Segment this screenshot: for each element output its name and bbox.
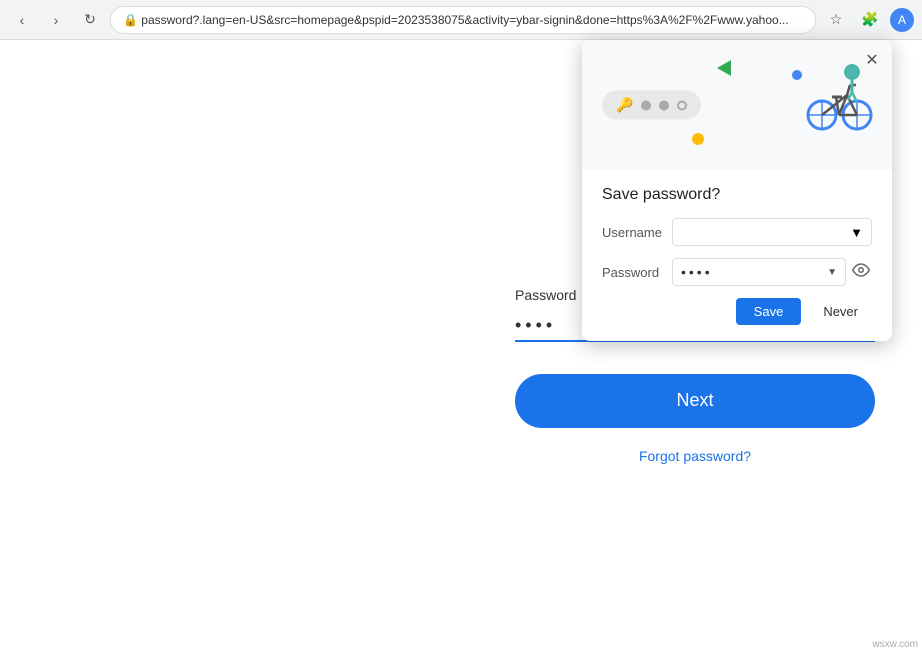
- left-panel: [0, 40, 468, 652]
- url-text: password?.lang=en-US&src=homepage&pspid=…: [141, 13, 788, 27]
- dialog-actions: Save Never: [602, 298, 872, 325]
- reload-button[interactable]: ↻: [76, 6, 104, 34]
- forgot-password-link[interactable]: Forgot password?: [515, 448, 875, 464]
- next-button[interactable]: Next: [515, 374, 875, 428]
- username-chevron-icon: ▼: [850, 225, 863, 240]
- pwd-input-wrapper: •••• ▼: [672, 258, 846, 286]
- browser-chrome: ‹ › ↻ 🔒 password?.lang=en-US&src=homepag…: [0, 0, 922, 40]
- dialog-title: Save password?: [602, 186, 872, 204]
- pwd-chevron-icon[interactable]: ▼: [827, 267, 837, 278]
- dialog-password-label: Password: [602, 265, 672, 280]
- dialog-illustration: 🔑: [582, 40, 892, 170]
- username-field: Username ▼: [602, 218, 872, 246]
- pwd-eye-icon[interactable]: [850, 259, 872, 286]
- star-button[interactable]: ☆: [822, 6, 850, 34]
- key-icon: 🔑: [616, 97, 633, 114]
- pwd-dots: ••••: [681, 264, 713, 280]
- dialog-password-wrapper: •••• ▼: [672, 258, 872, 286]
- never-button[interactable]: Never: [809, 298, 872, 325]
- green-arrow-decoration: [717, 60, 731, 76]
- lock-icon: 🔒: [123, 13, 138, 27]
- dialog-body: Save password? Username ▼ Password •••• …: [582, 170, 892, 341]
- back-button[interactable]: ‹: [8, 6, 36, 34]
- dot-filled-2: [659, 100, 669, 110]
- dot-empty-1: [677, 100, 687, 110]
- dot-filled-1: [641, 100, 651, 110]
- yellow-dot-decoration: [692, 133, 704, 145]
- username-dropdown[interactable]: ▼: [672, 218, 872, 246]
- save-button[interactable]: Save: [736, 298, 802, 325]
- extension-button[interactable]: 🧩: [856, 6, 884, 34]
- profile-button[interactable]: A: [890, 8, 914, 32]
- page-background: to finish sign in Password Next Forgot p…: [0, 40, 922, 652]
- username-label: Username: [602, 225, 672, 240]
- save-password-dialog: 🔑: [582, 40, 892, 341]
- forward-button[interactable]: ›: [42, 6, 70, 34]
- blue-dot-decoration: [792, 70, 802, 80]
- watermark: wsxw.com: [872, 639, 918, 650]
- password-field: Password •••• ▼: [602, 258, 872, 286]
- dialog-close-button[interactable]: ✕: [860, 48, 884, 72]
- address-bar[interactable]: 🔒 password?.lang=en-US&src=homepage&pspi…: [110, 6, 816, 34]
- key-bubble: 🔑: [602, 91, 701, 120]
